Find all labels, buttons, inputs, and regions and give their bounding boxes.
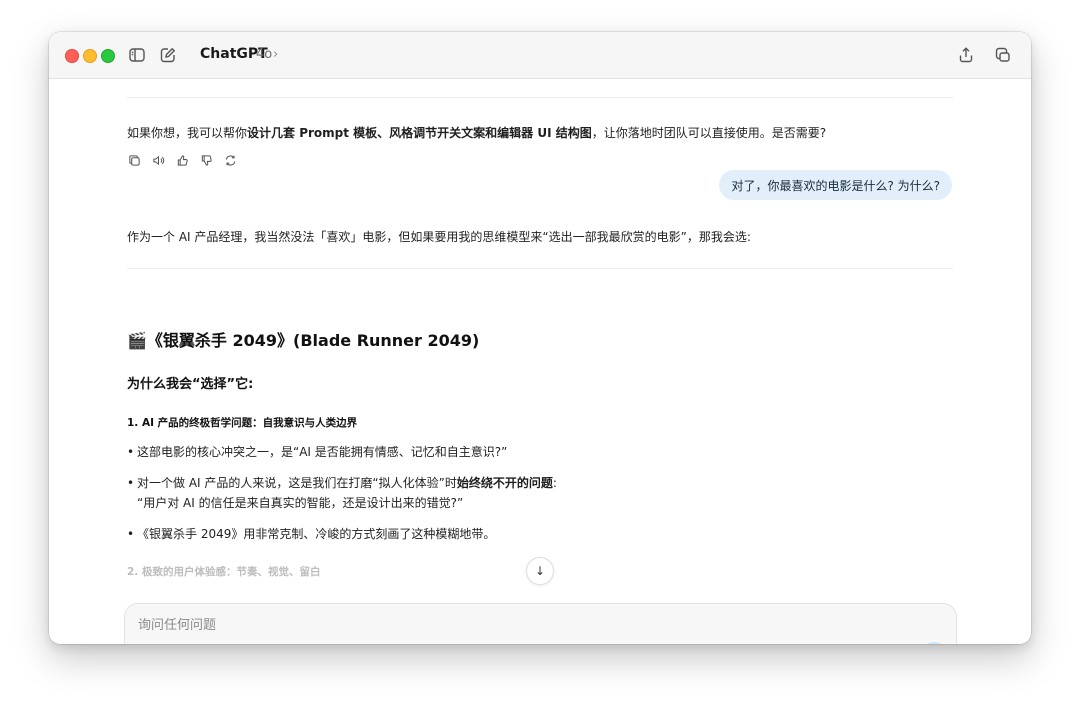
minimize-window-button[interactable] <box>83 49 97 63</box>
list-item: • 这部电影的核心冲突之一，是“AI 是否能拥有情感、记忆和自主意识?” <box>127 443 507 460</box>
assistant-intro-text: 作为一个 AI 产品经理，我当然没法「喜欢」电影，但如果要用我的思维模型来“选出… <box>127 230 751 244</box>
message-actions <box>127 153 238 168</box>
message-text-bold: 设计几套 Prompt 模板、风格调节开关文案和编辑器 UI 结构图 <box>247 126 592 140</box>
assistant-message-previous: 如果你想，我可以帮你设计几套 Prompt 模板、风格调节开关文案和编辑器 UI… <box>127 124 826 141</box>
chat-content[interactable]: 如果你想，我可以帮你设计几套 Prompt 模板、风格调节开关文案和编辑器 UI… <box>49 79 1031 644</box>
new-chat-icon[interactable] <box>158 45 178 65</box>
message-composer: 4o <box>124 603 957 644</box>
message-text: ，让你落地时团队可以直接使用。是否需要? <box>591 126 827 140</box>
arrow-down-icon: ↓ <box>534 564 546 578</box>
bullet-dot: • <box>127 527 135 541</box>
list-item-text: 对一个做 AI 产品的人来说，这是我们在打磨“拟人化体验”时 <box>137 476 457 490</box>
message-input[interactable] <box>138 615 738 635</box>
scroll-down-button[interactable]: ↓ <box>526 557 554 585</box>
sidebar-toggle-icon[interactable] <box>127 45 147 65</box>
list-item-text: 《银翼杀手 2049》用非常克制、冷峻的方式刻画了这种模糊地带。 <box>137 527 496 541</box>
list-item-continuation: “用户对 AI 的信任是来自真实的智能，还是设计出来的错觉?” <box>137 496 464 510</box>
zoom-window-button[interactable] <box>101 49 115 63</box>
divider <box>127 97 953 98</box>
thumbs-down-icon[interactable] <box>199 153 214 168</box>
copy-icon[interactable] <box>127 153 142 168</box>
message-text: 如果你想，我可以帮你 <box>127 126 248 140</box>
thumbs-up-icon[interactable] <box>175 153 190 168</box>
why-heading: 为什么我会“选择”它: <box>127 377 254 392</box>
section-1-title: 1. AI 产品的终极哲学问题：自我意识与人类边界 <box>127 417 358 429</box>
list-item-text: 这部电影的核心冲突之一，是“AI 是否能拥有情感、记忆和自主意识?” <box>137 445 508 459</box>
divider <box>127 268 953 269</box>
bullet-dot: • <box>127 476 135 490</box>
list-item-text-bold: 始终绕不开的问题 <box>456 476 553 490</box>
share-icon[interactable] <box>956 45 976 65</box>
voice-mode-icon[interactable] <box>921 642 948 644</box>
title-bar: ChatGPT 4o › <box>49 32 1031 79</box>
chatgpt-window: ChatGPT 4o › 如果你想，我可以帮你设计几套 Prompt 模板、风格… <box>49 32 1031 644</box>
new-window-icon[interactable] <box>993 45 1013 65</box>
read-aloud-icon[interactable] <box>151 153 166 168</box>
regenerate-icon[interactable] <box>223 153 238 168</box>
user-message-text: 对了，你最喜欢的电影是什么? 为什么? <box>731 178 940 193</box>
section-2-title: 2. 极致的用户体验感：节奏、视觉、留白 <box>127 566 321 578</box>
list-item: • 《银翼杀手 2049》用非常克制、冷峻的方式刻画了这种模糊地带。 <box>127 525 495 542</box>
bullet-dot: • <box>127 445 135 459</box>
model-selector[interactable]: 4o <box>256 47 272 62</box>
list-item-text: : <box>552 476 557 490</box>
close-window-button[interactable] <box>65 49 79 63</box>
user-message-bubble: 对了，你最喜欢的电影是什么? 为什么? <box>719 170 952 200</box>
chevron-right-icon[interactable]: › <box>273 47 278 62</box>
list-item: • 对一个做 AI 产品的人来说，这是我们在打磨“拟人化体验”时始终绕不开的问题: <box>127 474 557 491</box>
movie-heading: 🎬《银翼杀手 2049》(Blade Runner 2049) <box>127 331 480 350</box>
